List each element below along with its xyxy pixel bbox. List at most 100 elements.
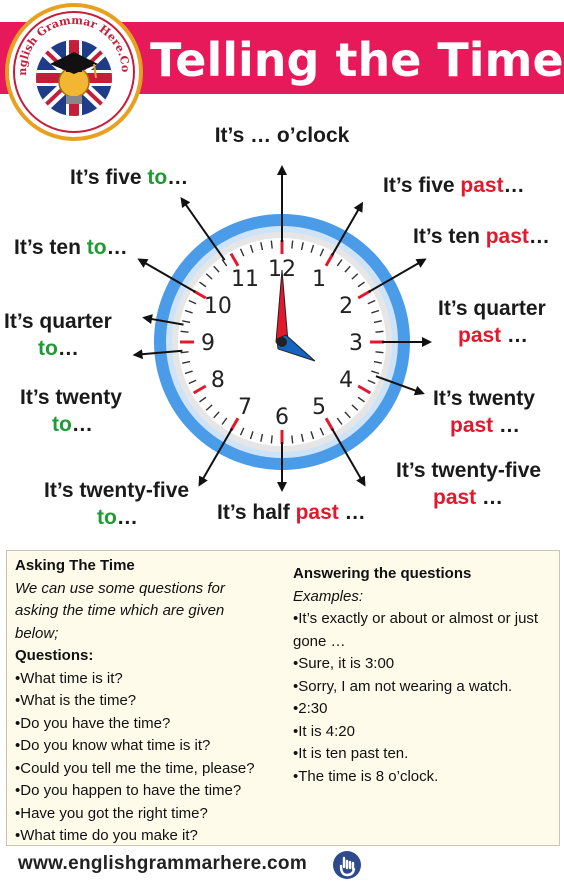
clock-number: 1 xyxy=(312,267,326,292)
minute-tick xyxy=(375,351,384,354)
page-title: Telling the Time xyxy=(150,33,564,87)
clock-label-part: to xyxy=(52,413,72,436)
clock-label-part: … xyxy=(476,486,503,509)
clock-label-part: past xyxy=(296,501,339,524)
list-item: •The time is 8 o’clock. xyxy=(293,767,439,785)
list-item: •It’s exactly or about or almost or just xyxy=(293,610,539,627)
clock-diagram: 12 1 2 3 4 5 6 7 8 9 10 11 It’s … o’clock It’s five p… xyxy=(0,110,564,540)
list-item: below; xyxy=(15,624,59,642)
clock-number: 11 xyxy=(231,267,259,292)
clock-center-pin xyxy=(277,337,287,347)
minute-tick xyxy=(375,330,384,333)
clock-label: past … xyxy=(450,414,520,437)
clock-label-part: It’s half xyxy=(217,501,296,524)
clock-label-part: … xyxy=(167,166,188,189)
clock-label-part: It’s five xyxy=(70,166,147,189)
clock-label: It’s twenty xyxy=(433,387,535,410)
clock-label-part: … xyxy=(504,174,525,197)
list-item: •What time do you make it? xyxy=(15,827,198,844)
clock-label-part: … xyxy=(529,225,550,248)
clock-label: past … xyxy=(458,324,528,347)
clock-number: 2 xyxy=(339,294,353,319)
asking-column: Asking The Time We can use some question… xyxy=(15,555,285,848)
list-item: gone … xyxy=(293,632,346,650)
clock-number: 6 xyxy=(275,405,289,430)
clock-label-part: past xyxy=(458,324,501,347)
clock-label-part: … xyxy=(107,236,128,259)
clock-label-part: past xyxy=(460,174,503,197)
clock-label-part: past xyxy=(433,486,476,509)
footer-url-link[interactable]: www.englishgrammarhere.com xyxy=(18,850,307,878)
clock-label: It’s ten past… xyxy=(413,225,550,248)
minute-tick xyxy=(270,240,273,249)
examples-list: •It’s exactly or about or almost or just… xyxy=(293,608,557,788)
list-item: •What time is it? xyxy=(15,669,123,687)
clock-label-part: past xyxy=(450,414,493,437)
clock-label-part: … xyxy=(58,337,79,360)
clock-label: It’s ten to… xyxy=(14,236,128,259)
clock-label: It’s five to… xyxy=(70,166,188,189)
clock-label-part: It’s quarter xyxy=(4,310,112,333)
clock-svg: 12 1234567891011It’s … o’clockIt’s five p… xyxy=(4,124,550,529)
minute-tick xyxy=(180,351,189,354)
clock-label: to… xyxy=(38,337,79,360)
info-panel: Asking The Time We can use some question… xyxy=(6,550,560,846)
answering-heading: Answering the questions xyxy=(293,565,472,582)
clock-label-part: It’s twenty xyxy=(20,386,122,409)
list-item: •Sorry, I am not wearing a watch. xyxy=(293,677,513,695)
clock-label-part: It’s five xyxy=(383,174,460,197)
clock-label: past … xyxy=(433,486,503,509)
clock-label-part: It’s twenty-five xyxy=(44,479,189,502)
clock-label-part: to xyxy=(38,337,58,360)
clock-number: 5 xyxy=(312,395,326,420)
clock-label-part: It’s … o’clock xyxy=(215,124,350,147)
list-item: asking the time which are given xyxy=(15,602,225,619)
hand-pointer-icon[interactable] xyxy=(332,850,362,880)
list-item: •Have you got the right time? xyxy=(15,804,208,822)
clock-number: 7 xyxy=(238,395,252,420)
list-item: •Do you have the time? xyxy=(15,714,171,732)
minute-tick xyxy=(291,435,294,444)
clock-label: It’s twenty-five xyxy=(44,479,189,502)
clock-label-part: to xyxy=(97,506,117,529)
clock-label-part: It’s quarter xyxy=(438,297,546,320)
list-item: •It is ten past ten. xyxy=(293,745,409,762)
list-item: We can use some questions for xyxy=(15,579,225,597)
clock-number: 9 xyxy=(201,331,215,356)
clock-number: 3 xyxy=(349,331,363,356)
clock-label-part: to xyxy=(147,166,167,189)
clock-label-part: … xyxy=(501,324,528,347)
minute-tick xyxy=(270,435,273,444)
clock-label-part: past xyxy=(486,225,529,248)
list-item: •Do you happen to have the time? xyxy=(15,782,242,799)
minute-tick xyxy=(180,330,189,333)
clock-number: 10 xyxy=(204,294,232,319)
asking-intro: We can use some questions for asking the … xyxy=(15,578,285,646)
clock-number: 4 xyxy=(339,368,353,393)
clock-label: It’s quarter xyxy=(4,310,112,333)
clock-label: It’s twenty-five xyxy=(396,459,541,482)
clock-label: It’s half past … xyxy=(217,501,366,524)
minute-tick xyxy=(291,240,294,249)
clock-number: 8 xyxy=(211,368,225,393)
clock-label: It’s twenty xyxy=(20,386,122,409)
list-item: •It is 4:20 xyxy=(293,722,355,740)
clock-label-part: It’s ten xyxy=(14,236,87,259)
clock-label: It’s quarter xyxy=(438,297,546,320)
questions-list: •What time is it? •What is the time? •Do y… xyxy=(15,668,285,848)
asking-heading: Asking The Time xyxy=(15,557,135,574)
list-item: •Do you know what time is it? xyxy=(15,737,211,754)
questions-label: Questions: xyxy=(15,647,94,664)
clock-label-part: … xyxy=(117,506,138,529)
list-item: •Could you tell me the time, please? xyxy=(15,759,255,777)
list-item: •Sure, it is 3:00 xyxy=(293,655,395,672)
clock-label: It’s … o’clock xyxy=(215,124,350,147)
clock-label-part: It’s twenty-five xyxy=(396,459,541,482)
clock-label-part: … xyxy=(493,414,520,437)
list-item: •What is the time? xyxy=(15,692,137,709)
clock-label: to… xyxy=(52,413,93,436)
clock-label: to… xyxy=(97,506,138,529)
examples-label: Examples: xyxy=(293,587,364,605)
clock-label: It’s five past… xyxy=(383,174,525,197)
clock-label-part: … xyxy=(72,413,93,436)
